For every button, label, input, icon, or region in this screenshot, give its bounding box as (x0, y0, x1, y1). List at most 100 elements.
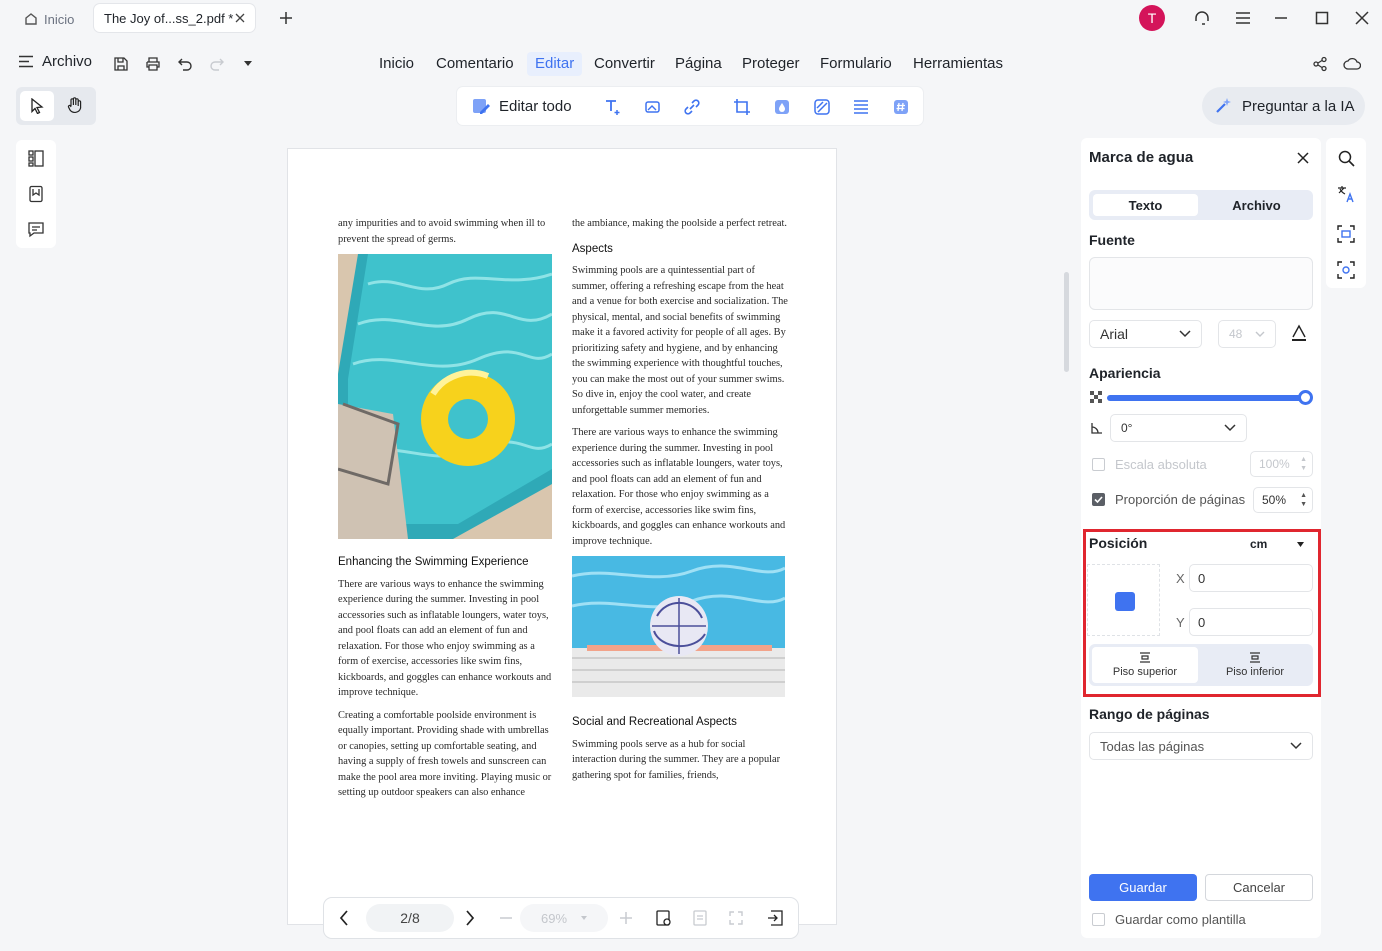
hand-tool-icon[interactable] (58, 91, 92, 121)
menu-convertir[interactable]: Convertir (586, 52, 663, 76)
home-tab-label: Inicio (44, 11, 75, 27)
ask-ai-label: Preguntar a la IA (1242, 97, 1355, 115)
chevron-down-icon (1290, 742, 1302, 750)
search-icon[interactable] (1336, 148, 1356, 168)
bookmark-icon[interactable] (26, 184, 46, 204)
close-window-icon[interactable] (1351, 7, 1373, 29)
menu-editar[interactable]: Editar (527, 52, 583, 76)
select-tool-icon[interactable] (20, 91, 54, 121)
font-family-select[interactable]: Arial (1089, 320, 1202, 348)
hamburger-icon (18, 55, 34, 68)
crop-icon[interactable] (732, 97, 752, 117)
add-image-icon[interactable] (643, 97, 663, 117)
undo-icon[interactable] (175, 54, 195, 74)
next-page-icon[interactable] (460, 908, 480, 928)
anchor-center[interactable] (1115, 592, 1135, 611)
y-offset-input[interactable]: 0 (1189, 608, 1313, 636)
redo-icon[interactable] (207, 54, 227, 74)
position-section-label: Posición (1089, 535, 1148, 551)
opacity-slider-handle[interactable] (1298, 390, 1313, 405)
screenshot-icon[interactable] (1336, 260, 1356, 280)
support-icon[interactable] (1191, 7, 1213, 29)
page-range-select[interactable]: Todas las páginas (1089, 732, 1313, 760)
document-scrollbar[interactable] (1064, 272, 1069, 372)
pdf-page[interactable]: any impurities and to avoid swimming whe… (287, 148, 837, 925)
x-offset-input[interactable]: 0 (1189, 564, 1313, 592)
home-tab[interactable]: Inicio (16, 6, 82, 32)
close-panel-icon[interactable] (1293, 148, 1313, 168)
absolute-scale-checkbox[interactable] (1092, 458, 1105, 471)
ask-ai-button[interactable]: Preguntar a la IA (1202, 87, 1365, 125)
layer-bottom-button[interactable]: Piso inferior (1202, 647, 1308, 683)
watermark-source-tabs: Texto Archivo (1089, 190, 1313, 220)
opacity-slider-track[interactable] (1107, 395, 1305, 401)
cancel-button[interactable]: Cancelar (1205, 874, 1313, 901)
page-ratio-checkbox[interactable] (1092, 493, 1105, 506)
zoom-out-icon[interactable] (496, 908, 516, 928)
avatar[interactable]: T (1139, 5, 1165, 31)
minimize-icon[interactable] (1270, 7, 1292, 29)
read-mode-icon[interactable] (654, 908, 674, 928)
share-icon[interactable] (1310, 54, 1330, 74)
absolute-scale-input[interactable]: 100% ▲ ▼ (1250, 451, 1313, 477)
unit-select[interactable]: cm (1250, 537, 1305, 551)
add-link-icon[interactable] (682, 97, 702, 117)
previous-page-icon[interactable] (334, 908, 354, 928)
header-footer-icon[interactable] (851, 97, 871, 117)
edit-all-label: Editar todo (499, 97, 572, 115)
watermark-text-input[interactable] (1089, 257, 1313, 310)
menu-pagina[interactable]: Página (667, 52, 730, 76)
text-color-icon[interactable] (1289, 323, 1309, 343)
paragraph: There are various ways to enhance the sw… (572, 427, 786, 547)
comments-icon[interactable] (26, 220, 46, 240)
go-to-page-icon[interactable] (766, 908, 786, 928)
menu-herramientas[interactable]: Herramientas (905, 52, 1011, 76)
edit-all-button[interactable]: Editar todo (471, 96, 572, 116)
left-sidebar (16, 140, 56, 248)
rotation-select[interactable]: 0° (1110, 414, 1247, 442)
y-label: Y (1176, 615, 1185, 630)
translate-icon[interactable] (1336, 184, 1356, 204)
zoom-dropdown-icon (581, 916, 588, 920)
position-anchor-grid[interactable] (1087, 564, 1160, 636)
archivo-menu[interactable]: Archivo (18, 53, 92, 70)
fit-width-icon[interactable] (726, 908, 746, 928)
font-size-select[interactable]: 48 (1218, 320, 1276, 348)
zoom-level[interactable]: 69% (520, 904, 608, 932)
tab-text[interactable]: Texto (1093, 194, 1198, 216)
save-template-label: Guardar como plantilla (1115, 912, 1246, 927)
menu-inicio[interactable]: Inicio (371, 52, 422, 76)
thumbnails-icon[interactable] (26, 148, 46, 168)
new-tab-icon[interactable] (276, 8, 296, 28)
print-icon[interactable] (143, 54, 163, 74)
archivo-label: Archivo (42, 53, 93, 70)
cloud-icon[interactable] (1342, 54, 1362, 74)
save-button[interactable]: Guardar (1089, 874, 1197, 901)
menu-comentario[interactable]: Comentario (428, 52, 522, 76)
background-icon[interactable] (812, 97, 832, 117)
bates-number-icon[interactable] (891, 97, 911, 117)
panel-title: Marca de agua (1089, 149, 1194, 166)
watermark-icon[interactable] (772, 97, 792, 117)
maximize-icon[interactable] (1311, 7, 1333, 29)
zoom-in-icon[interactable] (616, 908, 636, 928)
fit-page-icon[interactable] (690, 908, 710, 928)
menu-icon[interactable] (1232, 7, 1254, 29)
layer-top-button[interactable]: Piso superior (1092, 647, 1198, 683)
document-tab[interactable]: The Joy of...ss_2.pdf * (94, 4, 255, 32)
menu-proteger[interactable]: Proteger (734, 52, 808, 76)
absolute-scale-value: 100% (1259, 457, 1290, 471)
add-text-icon[interactable] (603, 97, 623, 117)
quick-access-dropdown-icon[interactable] (240, 56, 256, 72)
ocr-icon[interactable] (1336, 224, 1356, 244)
stepper-icon: ▲ ▼ (1300, 456, 1307, 472)
save-template-checkbox[interactable] (1092, 913, 1105, 926)
menu-formulario[interactable]: Formulario (812, 52, 900, 76)
x-offset-value: 0 (1198, 570, 1206, 586)
tab-file[interactable]: Archivo (1204, 194, 1309, 216)
page-ratio-input[interactable]: 50% ▲ ▼ (1253, 487, 1313, 513)
save-icon[interactable] (111, 54, 131, 74)
page-indicator[interactable]: 2/8 (366, 904, 454, 932)
close-tab-icon[interactable] (235, 13, 245, 23)
left-column: any impurities and to avoid swimming whe… (338, 216, 552, 808)
